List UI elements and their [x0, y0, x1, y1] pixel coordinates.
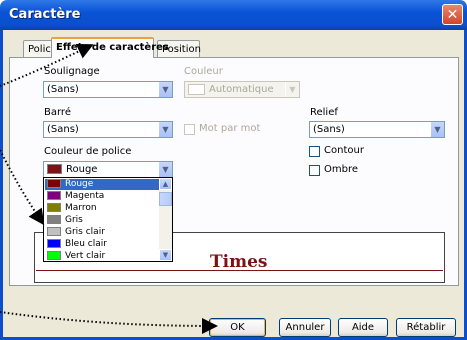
annotation-arrows	[0, 43, 218, 334]
dialog-window: Caractère ✕ Police Position Effets de ca…	[0, 0, 467, 340]
arrow-to-effects-tab	[0, 43, 94, 87]
arrow-to-preview	[0, 149, 45, 226]
arrow-to-ok-button	[0, 311, 218, 334]
